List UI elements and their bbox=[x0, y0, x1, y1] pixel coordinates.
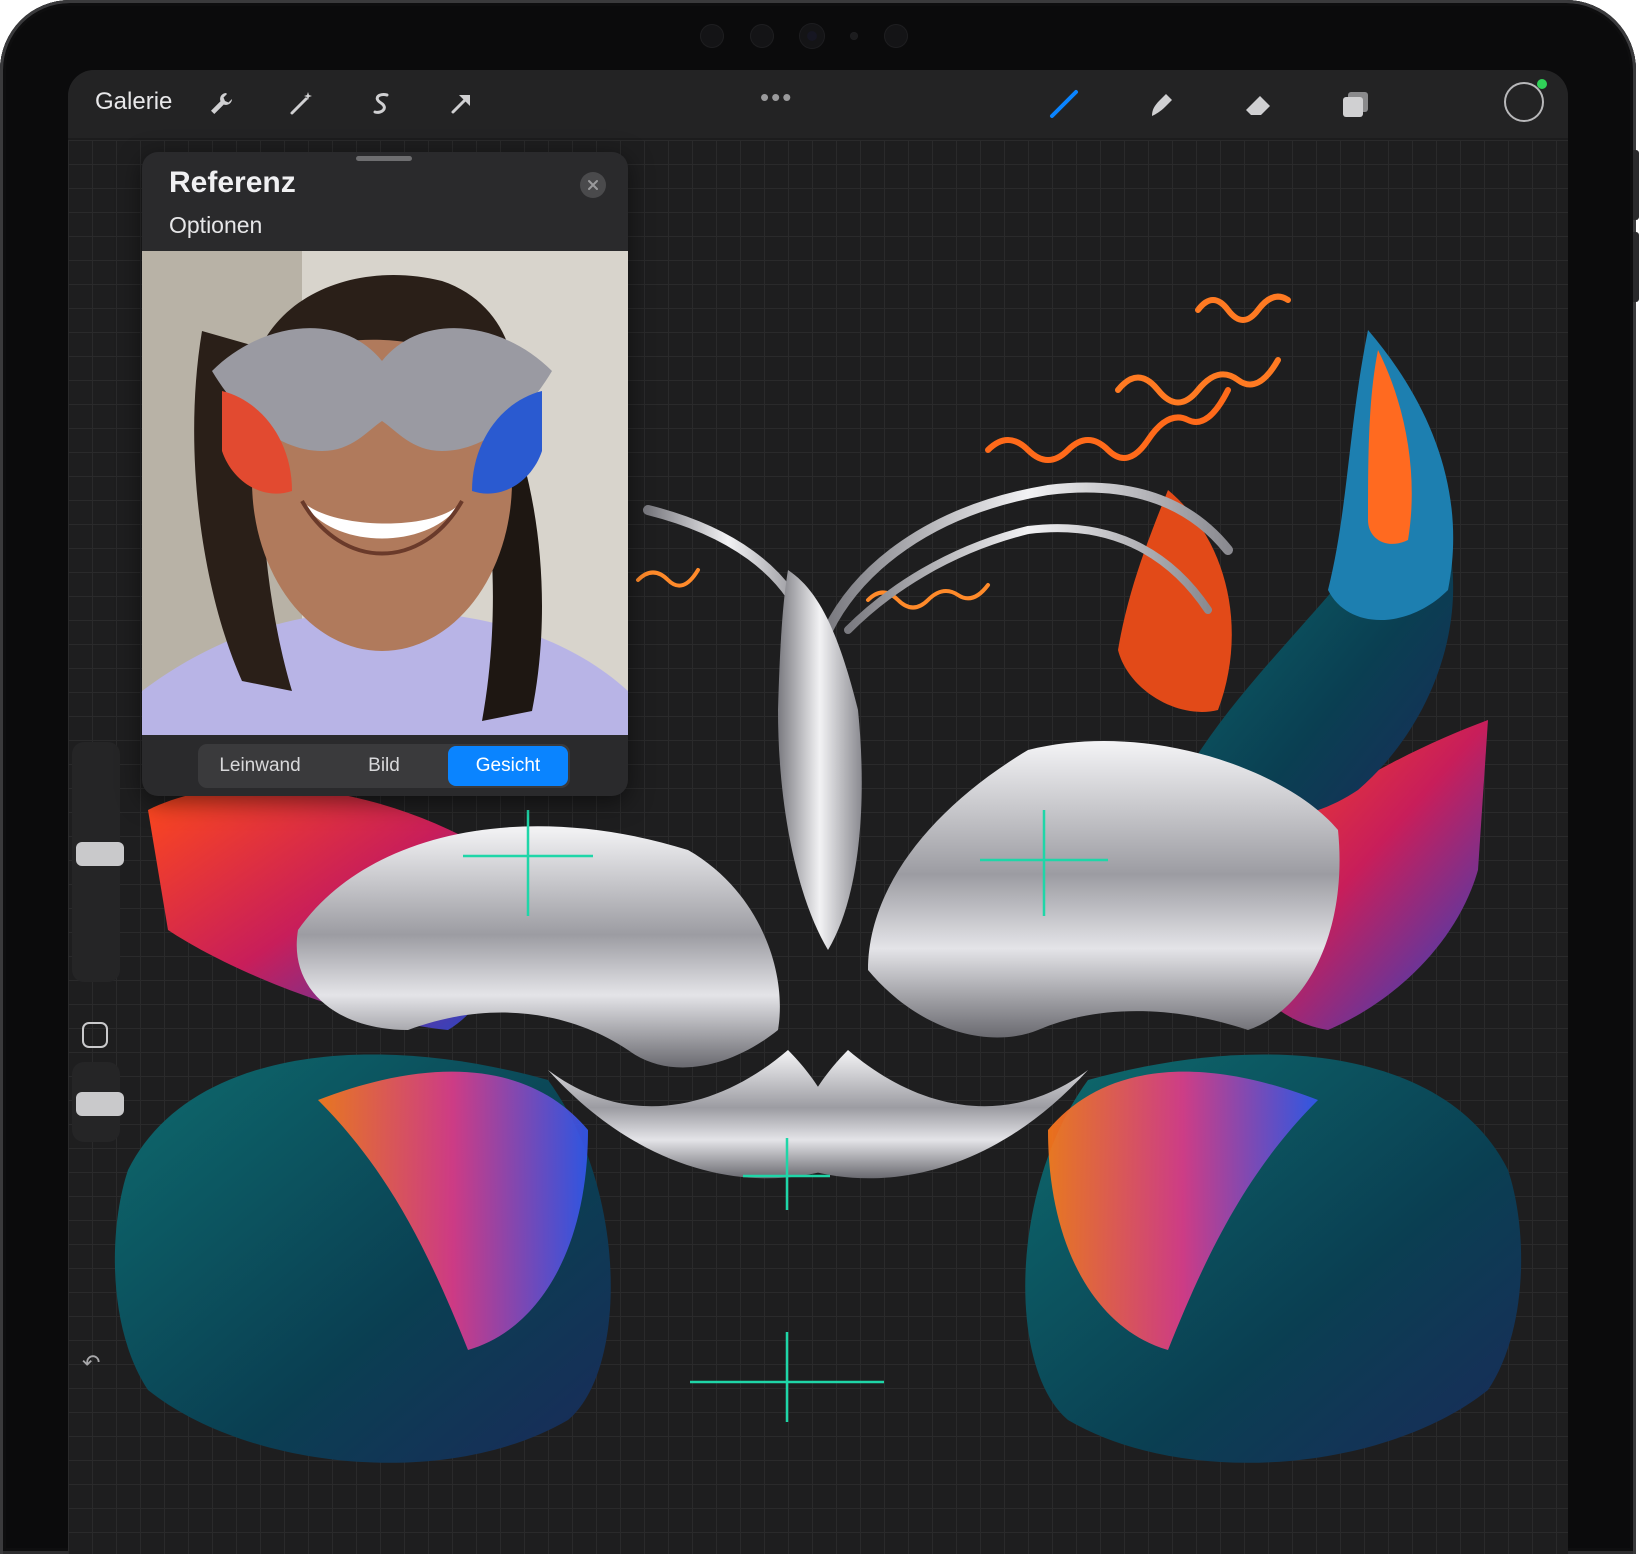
slider-thumb[interactable] bbox=[76, 842, 124, 866]
layers-icon[interactable] bbox=[1338, 86, 1374, 122]
reference-mode-tabs: Leinwand Bild Gesicht bbox=[198, 744, 570, 788]
chrome-mask-lower bbox=[795, 1050, 1088, 1179]
more-options-button[interactable]: ••• bbox=[760, 82, 793, 113]
sensor-icon bbox=[884, 24, 908, 48]
panel-drag-handle[interactable] bbox=[356, 156, 412, 161]
tab-canvas[interactable]: Leinwand bbox=[200, 746, 320, 786]
orange-scribble bbox=[1195, 293, 1291, 323]
brush-size-slider[interactable] bbox=[72, 742, 124, 982]
indicator-icon bbox=[850, 32, 858, 40]
undo-icon[interactable]: ↶ bbox=[82, 1350, 100, 1376]
selection-icon[interactable] bbox=[363, 86, 399, 122]
chrome-mask-right bbox=[868, 741, 1340, 1038]
tab-image[interactable]: Bild bbox=[324, 746, 444, 786]
close-icon bbox=[588, 180, 598, 190]
sensor-icon bbox=[700, 24, 724, 48]
left-sidebar: ↶ bbox=[68, 742, 124, 1382]
camera-lens-icon bbox=[800, 24, 824, 48]
wrench-icon[interactable] bbox=[203, 86, 239, 122]
orange-scribble bbox=[636, 568, 700, 588]
orange-scribble bbox=[985, 387, 1231, 463]
orange-scribble bbox=[1115, 357, 1281, 406]
screen: Galerie ••• ↶ Referenz Optionen Leinwand… bbox=[68, 70, 1568, 1554]
gallery-button[interactable]: Galerie bbox=[95, 88, 172, 116]
inner-right-feather bbox=[1118, 490, 1232, 712]
opacity-slider[interactable] bbox=[72, 1062, 124, 1142]
magic-wand-icon[interactable] bbox=[283, 86, 319, 122]
smudge-icon[interactable] bbox=[1144, 86, 1180, 122]
upper-right-plume-orange bbox=[1368, 350, 1412, 544]
close-button[interactable] bbox=[580, 172, 606, 198]
face-camera-preview bbox=[142, 251, 628, 735]
transform-arrow-icon[interactable] bbox=[443, 86, 479, 122]
active-color-indicator bbox=[1537, 79, 1547, 89]
modify-button[interactable] bbox=[82, 1022, 108, 1048]
slider-thumb[interactable] bbox=[76, 1092, 124, 1116]
reference-panel[interactable]: Referenz Optionen Leinwand Bild Gesicht bbox=[142, 152, 628, 796]
sensor-icon bbox=[750, 24, 774, 48]
tab-face[interactable]: Gesicht bbox=[448, 746, 568, 786]
panel-title: Referenz bbox=[169, 166, 296, 199]
volume-button bbox=[1633, 232, 1639, 302]
camera-array bbox=[700, 22, 908, 50]
options-button[interactable]: Optionen bbox=[169, 212, 262, 239]
brush-icon[interactable] bbox=[1046, 86, 1082, 122]
chrome-mask-lower bbox=[548, 1050, 841, 1179]
volume-button bbox=[1633, 150, 1639, 220]
top-toolbar: Galerie ••• bbox=[68, 70, 1568, 138]
eraser-icon[interactable] bbox=[1241, 86, 1277, 122]
color-picker-button[interactable] bbox=[1504, 79, 1547, 122]
